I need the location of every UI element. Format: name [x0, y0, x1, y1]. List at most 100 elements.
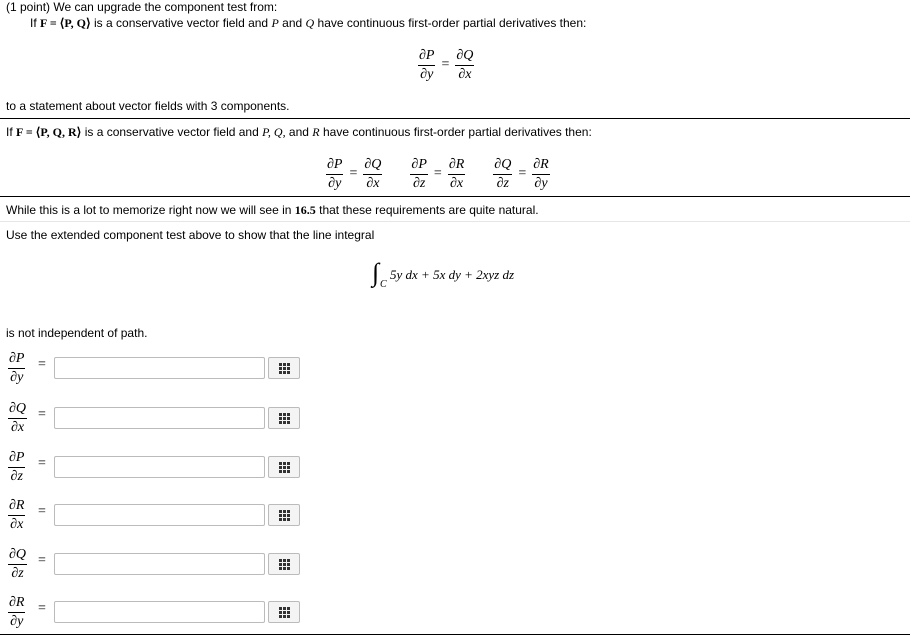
- intro-P: P: [271, 16, 279, 30]
- equation-editor-button[interactable]: [268, 601, 300, 623]
- denominator: ∂z: [10, 469, 23, 484]
- grid-icon: [278, 412, 290, 424]
- fraction: ∂R ∂x: [8, 498, 26, 532]
- equation-editor-button[interactable]: [268, 407, 300, 429]
- divider: [0, 118, 910, 119]
- numerator: ∂Q: [493, 157, 513, 175]
- denominator: ∂y: [10, 614, 24, 629]
- fraction: ∂P ∂y: [418, 48, 436, 82]
- numerator: ∂P: [410, 157, 428, 175]
- numerator: ∂Q: [8, 547, 28, 565]
- intro-suffix: is a conservative vector field and: [94, 16, 269, 30]
- intro-Q: Q: [305, 16, 315, 30]
- equals-sign: =: [433, 166, 442, 181]
- numerator: ∂R: [447, 157, 466, 175]
- intro-and: and: [282, 16, 303, 30]
- equals-sign: =: [38, 553, 46, 568]
- fraction: ∂Q ∂x: [455, 48, 475, 82]
- numerator: ∂R: [532, 157, 550, 175]
- divider: [0, 634, 910, 635]
- intro3-prefix: If: [6, 125, 13, 139]
- grid-icon: [278, 509, 290, 521]
- equals-sign: =: [38, 407, 46, 422]
- equals-sign: =: [38, 456, 46, 471]
- equation-editor-button[interactable]: [268, 553, 300, 575]
- intro-prefix: If: [30, 16, 37, 30]
- numerator: ∂R: [8, 498, 26, 516]
- denominator: ∂y: [10, 370, 24, 385]
- numerator: ∂Q: [8, 401, 28, 419]
- numerator: ∂Q: [455, 48, 475, 66]
- equation-editor-button[interactable]: [268, 504, 300, 526]
- fraction: ∂R ∂y: [532, 157, 550, 191]
- intro-2d: If F = ⟨P, Q⟩ is a conservative vector f…: [30, 16, 586, 31]
- integral-subscript: C: [380, 279, 387, 290]
- equals-sign: =: [441, 57, 450, 72]
- answer-input-dPdz[interactable]: [54, 456, 265, 478]
- denominator: ∂y: [328, 176, 342, 191]
- answer-input-dRdy[interactable]: [54, 601, 265, 623]
- denominator: ∂z: [496, 176, 509, 191]
- fraction: ∂Q ∂x: [363, 157, 383, 191]
- equals-sign: =: [38, 357, 46, 372]
- numerator: ∂Q: [363, 157, 383, 175]
- numerator: ∂P: [326, 157, 344, 175]
- divider: [0, 221, 910, 222]
- denominator: ∂y: [534, 176, 548, 191]
- answer-input-dRdx[interactable]: [54, 504, 265, 526]
- integral-expression: 5y dx + 5x dy + 2xyz dz: [390, 267, 515, 282]
- statement-3d: to a statement about vector fields with …: [6, 99, 290, 113]
- fraction: ∂R ∂x: [447, 157, 466, 191]
- denominator: ∂z: [11, 566, 24, 581]
- divider: [0, 196, 910, 197]
- equals-sign: =: [38, 504, 46, 519]
- grid-icon: [278, 558, 290, 570]
- instruction: Use the extended component test above to…: [6, 228, 375, 242]
- intro-field: F = ⟨P, Q⟩: [40, 16, 91, 30]
- denominator: ∂x: [366, 176, 380, 191]
- intro3-field: F = ⟨P, Q, R⟩: [16, 125, 82, 139]
- equation-pair: ∂P ∂z = ∂R ∂x: [410, 157, 466, 191]
- numerator: ∂P: [8, 450, 26, 468]
- intro-tail: have continuous first-order partial deri…: [317, 16, 587, 30]
- denominator: ∂x: [10, 517, 24, 532]
- denominator: ∂z: [412, 176, 426, 191]
- memorize-note: While this is a lot to memorize right no…: [6, 203, 539, 218]
- intro3-mid: is a conservative vector field and: [84, 125, 259, 139]
- answer-input-dQdx[interactable]: [54, 407, 265, 429]
- intro-3d: If F = ⟨P, Q, R⟩ is a conservative vecto…: [6, 125, 592, 140]
- integral-sign: ∫: [372, 258, 380, 287]
- equation-pair: ∂P ∂y = ∂Q ∂x: [326, 157, 383, 191]
- equation-2d: ∂P ∂y = ∂Q ∂x: [418, 48, 475, 82]
- fraction: ∂Q ∂z: [493, 157, 513, 191]
- equation-pair: ∂Q ∂z = ∂R ∂y: [493, 157, 550, 191]
- fraction: ∂P ∂z: [410, 157, 428, 191]
- denominator: ∂x: [10, 420, 25, 435]
- equations-3d: ∂P ∂y = ∂Q ∂x ∂P ∂z = ∂R ∂x ∂Q ∂z = ∂R ∂y: [326, 157, 550, 191]
- fraction: ∂P ∂y: [326, 157, 344, 191]
- numerator: ∂P: [418, 48, 436, 66]
- fraction: ∂Q ∂z: [8, 547, 28, 581]
- conclusion: is not independent of path.: [6, 326, 148, 340]
- fraction: ∂P ∂z: [8, 450, 26, 484]
- fraction: ∂P ∂y: [8, 351, 26, 385]
- problem-header: (1 point) We can upgrade the component t…: [6, 0, 278, 14]
- memorize-post: that these requirements are quite natura…: [319, 203, 539, 217]
- equals-sign: =: [38, 601, 46, 616]
- grid-icon: [278, 606, 290, 618]
- grid-icon: [278, 461, 290, 473]
- denominator: ∂x: [458, 67, 472, 82]
- intro3-vars: P, Q,: [262, 125, 286, 139]
- numerator: ∂P: [8, 351, 26, 369]
- equals-sign: =: [518, 166, 527, 181]
- denominator: ∂x: [449, 176, 464, 191]
- grid-icon: [278, 362, 290, 374]
- memorize-pre: While this is a lot to memorize right no…: [6, 203, 292, 217]
- answer-input-dPdy[interactable]: [54, 357, 265, 379]
- answer-input-dQdz[interactable]: [54, 553, 265, 575]
- section-ref: 16.5: [294, 203, 316, 217]
- intro3-R: R: [312, 125, 320, 139]
- intro3-tail: have continuous first-order partial deri…: [322, 125, 592, 139]
- equation-editor-button[interactable]: [268, 357, 300, 379]
- equation-editor-button[interactable]: [268, 456, 300, 478]
